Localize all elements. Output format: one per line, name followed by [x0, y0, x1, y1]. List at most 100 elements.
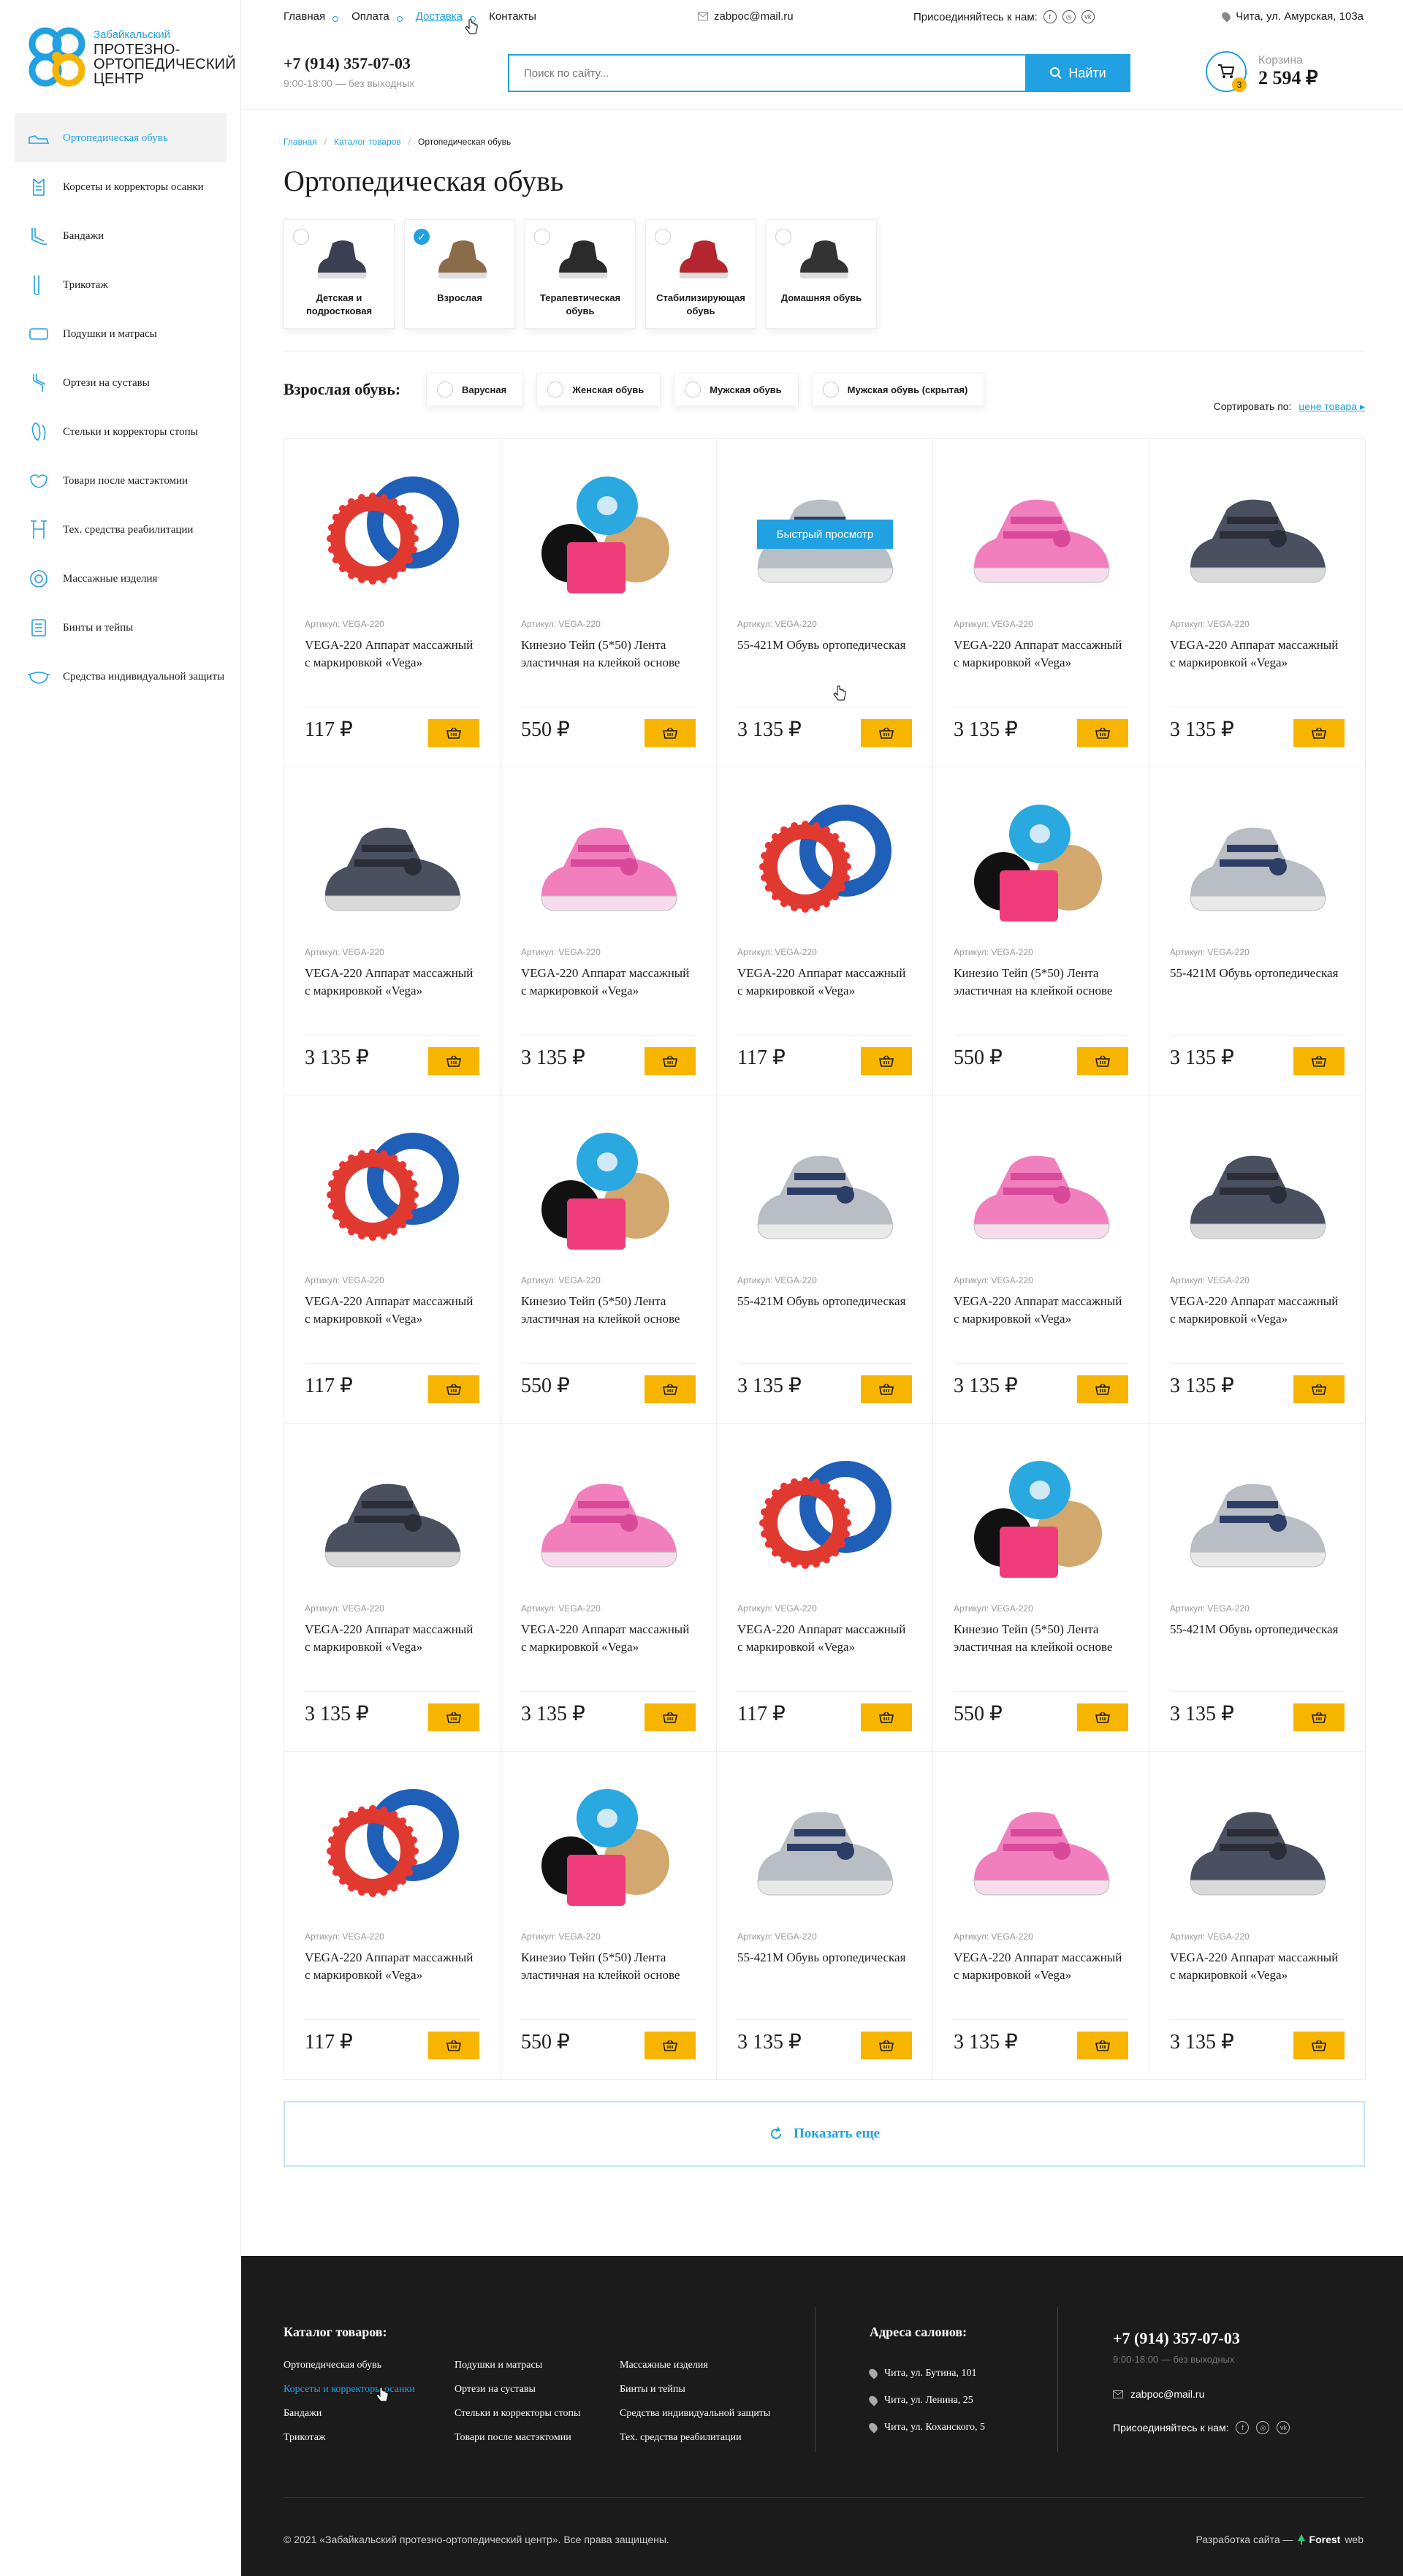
product-title[interactable]: VEGA-220 Аппарат массажный с маркировкой…	[737, 965, 913, 1000]
add-to-cart-button[interactable]	[1077, 1047, 1128, 1075]
product-image[interactable]	[1176, 794, 1337, 932]
radio-icon[interactable]	[822, 381, 839, 398]
filter-option[interactable]: Женская обувь	[536, 373, 661, 406]
category-card[interactable]: Терапевтическая обувь	[525, 219, 636, 329]
add-to-cart-button[interactable]	[1077, 2032, 1128, 2059]
product-card[interactable]: Артикул: VEGA-220 55-421M Обувь ортопедич…	[717, 1752, 933, 2080]
product-card[interactable]: Артикул: VEGA-220 Кинезио Тейп (5*50) Лен…	[501, 439, 717, 767]
product-title[interactable]: Кинезио Тейп (5*50) Лента эластичная на …	[521, 637, 696, 672]
add-to-cart-button[interactable]	[861, 2032, 912, 2059]
filter-option[interactable]: Мужская обувь (скрытая)	[811, 373, 985, 406]
sidebar-item[interactable]: Массажные изделия	[15, 554, 227, 603]
product-title[interactable]: VEGA-220 Аппарат массажный с маркировкой…	[954, 1949, 1129, 1984]
sidebar-item[interactable]: Трикотаж	[15, 260, 227, 309]
add-to-cart-button[interactable]	[645, 1375, 696, 1403]
product-title[interactable]: Кинезио Тейп (5*50) Лента эластичная на …	[521, 1949, 696, 1984]
breadcrumb-home[interactable]: Главная	[284, 137, 317, 147]
product-image[interactable]	[1176, 1122, 1337, 1261]
footer-link[interactable]: Стельки и корректоры стопы	[455, 2408, 580, 2432]
product-image[interactable]	[743, 1122, 904, 1261]
footer-email[interactable]: zabpoc@mail.ru	[1113, 2388, 1204, 2400]
developer-credit[interactable]: Разработка сайта — Forest web	[1195, 2534, 1364, 2545]
product-card[interactable]: Артикул: VEGA-220 VEGA-220 Аппарат массаж…	[1149, 1752, 1366, 2080]
radio-icon[interactable]	[685, 381, 702, 398]
filter-option[interactable]: Варусная	[426, 373, 524, 406]
footer-phone[interactable]: +7 (914) 357-07-03	[1113, 2329, 1240, 2348]
product-card[interactable]: Артикул: VEGA-220 VEGA-220 Аппарат массаж…	[717, 1424, 933, 1752]
product-image[interactable]	[959, 466, 1120, 604]
show-more-button[interactable]: Показать еще	[284, 2101, 1365, 2167]
product-title[interactable]: 55-421M Обувь ортопедическая	[737, 1949, 913, 1967]
search-button[interactable]: Найти	[1025, 54, 1130, 92]
vk-icon[interactable]: vk	[1277, 2421, 1290, 2434]
footer-link[interactable]: Тех. средства реабилитации	[620, 2432, 770, 2456]
quick-view-button[interactable]: Быстрый просмотр	[757, 520, 893, 549]
add-to-cart-button[interactable]	[428, 2032, 479, 2059]
product-title[interactable]: 55-421M Обувь ортопедическая	[1170, 965, 1345, 982]
footer-link[interactable]: Товари после мастэктомии	[455, 2432, 580, 2456]
footer-link[interactable]: Подушки и матрасы	[455, 2360, 580, 2384]
product-card[interactable]: Артикул: VEGA-220 VEGA-220 Аппарат массаж…	[501, 1424, 717, 1752]
product-card[interactable]: Артикул: VEGA-220 Кинезио Тейп (5*50) Лен…	[501, 1752, 717, 2080]
product-card[interactable]: Артикул: VEGA-220 VEGA-220 Аппарат массаж…	[501, 767, 717, 1095]
product-card[interactable]: Артикул: VEGA-220 VEGA-220 Аппарат массаж…	[1149, 1095, 1366, 1424]
product-image[interactable]	[527, 1122, 688, 1261]
product-image[interactable]	[527, 794, 688, 932]
product-title[interactable]: VEGA-220 Аппарат массажный с маркировкой…	[305, 1293, 480, 1328]
product-image[interactable]	[311, 794, 471, 932]
product-image[interactable]	[311, 1778, 471, 1917]
sidebar-item[interactable]: Бандажи	[15, 211, 227, 260]
checkbox-icon[interactable]	[655, 229, 671, 245]
product-title[interactable]: VEGA-220 Аппарат массажный с маркировкой…	[305, 637, 480, 672]
sidebar-item[interactable]: Товари после мастэктомии	[15, 456, 227, 505]
product-image[interactable]	[959, 794, 1120, 932]
add-to-cart-button[interactable]	[861, 1703, 912, 1731]
product-card[interactable]: Артикул: VEGA-220 55-421M Обувь ортопедич…	[1149, 767, 1366, 1095]
sidebar-item[interactable]: Бинты и тейпы	[15, 603, 227, 652]
sort-dropdown[interactable]: цене товара ▸	[1299, 400, 1365, 412]
add-to-cart-button[interactable]	[645, 1703, 696, 1731]
checkbox-checked-icon[interactable]: ✓	[414, 229, 430, 245]
add-to-cart-button[interactable]	[428, 1375, 479, 1403]
category-card[interactable]: Детская и подростковая	[284, 219, 395, 329]
add-to-cart-button[interactable]	[1293, 1047, 1345, 1075]
add-to-cart-button[interactable]	[861, 1375, 912, 1403]
cart-button[interactable]: 3	[1206, 51, 1247, 92]
top-email[interactable]: zabpoc@mail.ru	[698, 10, 794, 23]
add-to-cart-button[interactable]	[645, 719, 696, 747]
product-card[interactable]: Артикул: VEGA-220 VEGA-220 Аппарат массаж…	[933, 439, 1149, 767]
product-title[interactable]: VEGA-220 Аппарат массажный с маркировкой…	[1170, 1949, 1345, 1984]
product-card[interactable]: Артикул: VEGA-220 VEGA-220 Аппарат массаж…	[284, 767, 501, 1095]
add-to-cart-button[interactable]	[428, 1047, 479, 1075]
product-image[interactable]	[1176, 466, 1337, 604]
product-image[interactable]	[743, 1450, 904, 1589]
product-card[interactable]: Артикул: VEGA-220 VEGA-220 Аппарат массаж…	[1149, 439, 1366, 767]
product-card[interactable]: Артикул: VEGA-220 Кинезио Тейп (5*50) Лен…	[933, 767, 1149, 1095]
footer-link[interactable]: Бинты и тейпы	[620, 2384, 770, 2408]
category-card[interactable]: ✓ Взрослая	[404, 219, 515, 329]
product-card[interactable]: Артикул: VEGA-220 VEGA-220 Аппарат массаж…	[933, 1752, 1149, 2080]
footer-link[interactable]: Массажные изделия	[620, 2360, 770, 2384]
footer-link[interactable]: Ортопедическая обувь	[284, 2360, 415, 2384]
instagram-icon[interactable]: ◎	[1062, 10, 1076, 23]
product-title[interactable]: VEGA-220 Аппарат массажный с маркировкой…	[305, 1621, 480, 1656]
product-card[interactable]: Артикул: VEGA-220 VEGA-220 Аппарат массаж…	[284, 1424, 501, 1752]
product-card[interactable]: Артикул: VEGA-220 55-421M Обувь ортопедич…	[1149, 1424, 1366, 1752]
add-to-cart-button[interactable]	[1293, 1375, 1345, 1403]
sidebar-item[interactable]: Тех. средства реабилитации	[15, 505, 227, 554]
category-card[interactable]: Домашняя обувь	[766, 219, 877, 329]
breadcrumb-catalog[interactable]: Каталог товаров	[334, 137, 401, 147]
product-card[interactable]: Артикул: VEGA-220 VEGA-220 Аппарат массаж…	[933, 1095, 1149, 1424]
product-card[interactable]: Быстрый просмотр Артикул: VEGA-220 55-421M…	[717, 439, 933, 767]
product-title[interactable]: VEGA-220 Аппарат массажный с маркировкой…	[1170, 637, 1345, 672]
sidebar-item[interactable]: Средства индивидуальной защиты	[15, 652, 227, 701]
add-to-cart-button[interactable]	[1293, 1703, 1345, 1731]
product-card[interactable]: Артикул: VEGA-220 VEGA-220 Аппарат массаж…	[284, 1752, 501, 2080]
product-image[interactable]	[311, 1122, 471, 1261]
add-to-cart-button[interactable]	[1077, 1375, 1128, 1403]
add-to-cart-button[interactable]	[428, 1703, 479, 1731]
cart[interactable]: 3 Корзина 2 594 ₽	[1206, 51, 1318, 92]
nav-link-payment[interactable]: Оплата	[351, 10, 403, 23]
product-image[interactable]	[1176, 1778, 1337, 1917]
product-card[interactable]: Артикул: VEGA-220 55-421M Обувь ортопедич…	[717, 1095, 933, 1424]
